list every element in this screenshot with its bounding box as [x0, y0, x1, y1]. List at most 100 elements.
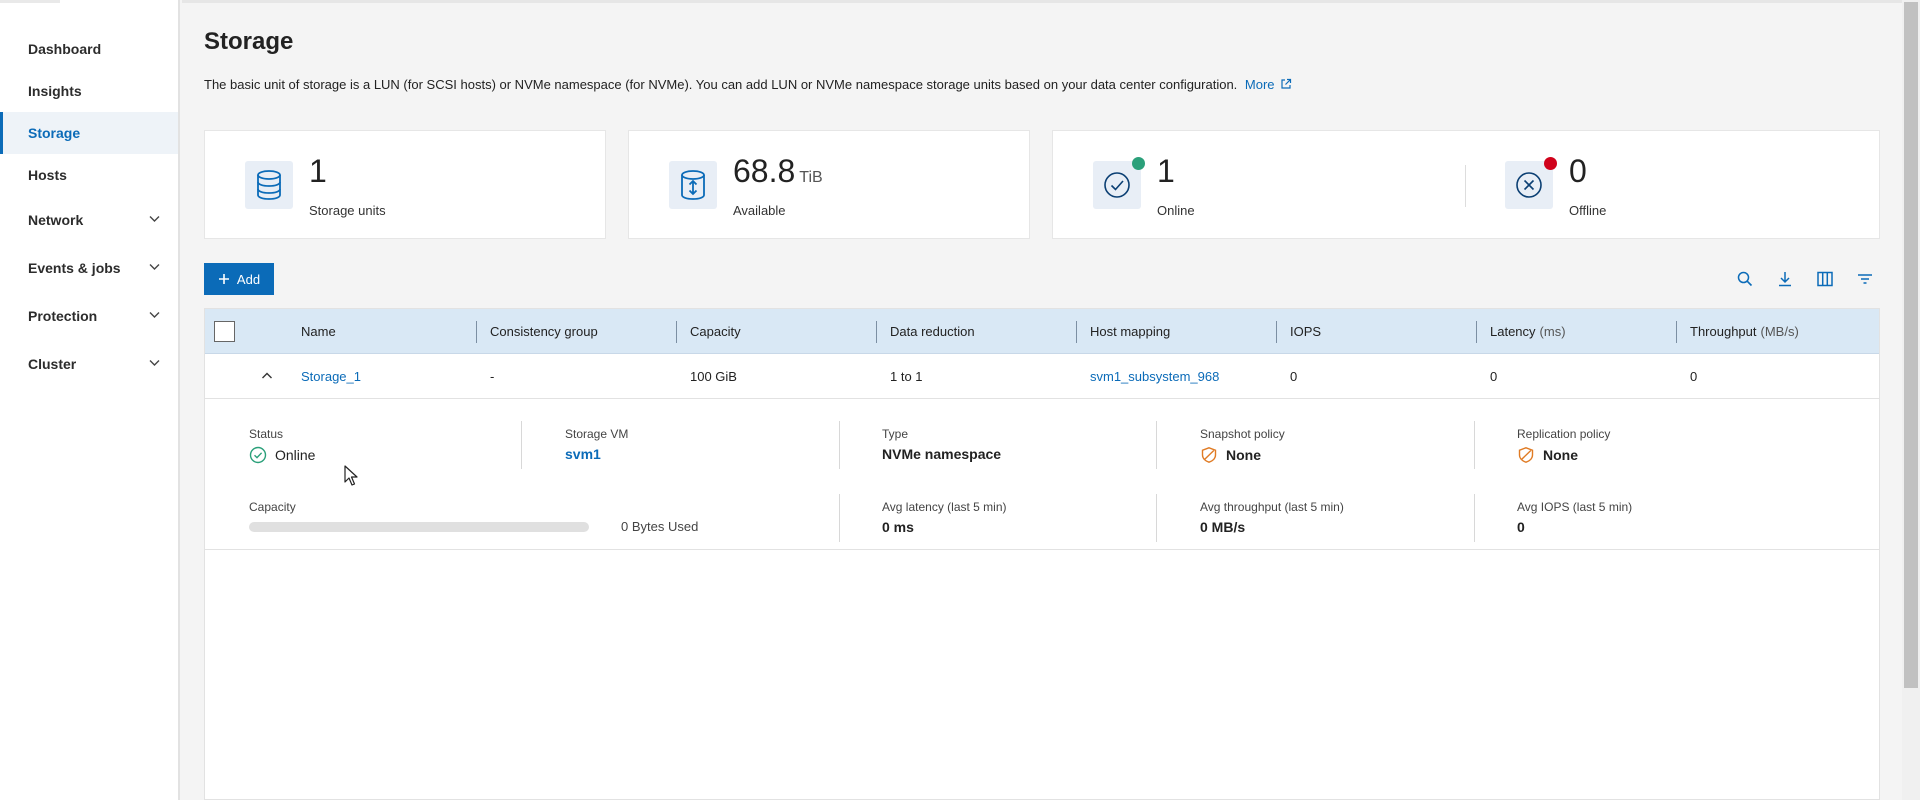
avg-latency-value: 0 ms: [882, 519, 914, 535]
column-header-name[interactable]: Name: [301, 309, 336, 354]
column-resizer[interactable]: [876, 321, 877, 343]
online-label: Online: [1157, 203, 1195, 218]
sidebar-item-label: Dashboard: [28, 41, 102, 57]
row-data-reduction: 1 to 1: [890, 369, 923, 384]
sidebar-item-network[interactable]: Network: [0, 196, 178, 244]
snapshot-policy-value: None: [1226, 447, 1261, 463]
type-value: NVMe namespace: [882, 446, 1002, 462]
mouse-cursor-icon: [344, 465, 358, 486]
storage-units-card: 1 Storage units: [204, 130, 606, 239]
sidebar-item-label: Cluster: [28, 356, 77, 372]
detail-replication-policy: Replication policy None: [1517, 427, 1610, 464]
sidebar-item-label: Storage: [28, 125, 81, 141]
column-resizer[interactable]: [1276, 321, 1277, 343]
row-host-mapping-link[interactable]: svm1_subsystem_968: [1090, 354, 1219, 399]
select-all-checkbox[interactable]: [214, 321, 235, 342]
chevron-down-icon: [149, 312, 160, 318]
column-header-throughput[interactable]: Throughput (MB/s): [1690, 309, 1799, 354]
detail-value: Online: [249, 446, 315, 464]
offline-indicator-dot: [1544, 157, 1557, 170]
shield-warning-icon: [1518, 447, 1534, 463]
page-title: Storage: [204, 28, 294, 55]
sidebar-item-protection[interactable]: Protection: [0, 292, 178, 340]
sidebar-item-label: Events & jobs: [28, 260, 121, 276]
column-header-data-reduction[interactable]: Data reduction: [890, 309, 975, 354]
column-header-latency[interactable]: Latency (ms): [1490, 309, 1566, 354]
sidebar-item-hosts[interactable]: Hosts: [0, 154, 178, 196]
sidebar-item-cluster[interactable]: Cluster: [0, 340, 178, 388]
table-row[interactable]: Storage_1 - 100 GiB 1 to 1 svm1_subsyste…: [205, 354, 1879, 399]
check-circle-icon: [249, 446, 267, 464]
detail-value: 0 Bytes Used: [249, 519, 698, 534]
detail-separator: [839, 421, 840, 469]
scrollbar-thumb[interactable]: [1904, 2, 1918, 688]
header-unit: (ms): [1539, 324, 1566, 339]
chevron-up-icon[interactable]: [261, 371, 273, 380]
detail-value: None: [1200, 446, 1285, 464]
sidebar-item-label: Network: [28, 212, 84, 228]
detail-type: Type NVMe namespace: [882, 427, 1001, 462]
sidebar-item-storage[interactable]: Storage: [0, 112, 178, 154]
column-header-iops[interactable]: IOPS: [1290, 309, 1321, 354]
avg-throughput-value: 0 MB/s: [1200, 519, 1246, 535]
detail-label: Avg throughput (last 5 min): [1200, 500, 1344, 514]
detail-label: Capacity: [249, 500, 296, 514]
online-count: 1: [1157, 153, 1175, 189]
online-indicator-dot: [1132, 157, 1145, 170]
page-description: The basic unit of storage is a LUN (for …: [204, 77, 1292, 92]
check-circle-icon: [1104, 172, 1130, 198]
storage-vm-link[interactable]: svm1: [565, 446, 601, 462]
column-resizer[interactable]: [476, 321, 477, 343]
detail-capacity: Capacity 0 Bytes Used: [249, 500, 698, 534]
search-icon[interactable]: [1736, 270, 1754, 288]
sidebar-item-dashboard[interactable]: Dashboard: [0, 28, 178, 70]
more-link[interactable]: More: [1245, 77, 1292, 92]
detail-label: Replication policy: [1517, 427, 1611, 441]
sidebar-nav: Dashboard Insights Storage Hosts Network…: [0, 28, 178, 388]
header-label: IOPS: [1290, 324, 1322, 339]
header-label: Capacity: [690, 324, 741, 339]
capacity-used-text: 0 Bytes Used: [621, 519, 699, 534]
add-button[interactable]: Add: [204, 263, 274, 295]
sidebar-item-label: Protection: [28, 308, 98, 324]
row-consistency-group: -: [490, 369, 495, 384]
chevron-down-icon: [149, 360, 160, 366]
detail-separator: [1156, 421, 1157, 469]
storage-table: Name Consistency group Capacity Data red…: [204, 308, 1880, 800]
column-resizer[interactable]: [676, 321, 677, 343]
page-scrollbar[interactable]: [1902, 0, 1920, 800]
header-label: Data reduction: [890, 324, 975, 339]
sidebar-item-events-jobs[interactable]: Events & jobs: [0, 244, 178, 292]
capacity-progress-bar: [249, 521, 589, 532]
detail-label: Storage VM: [565, 427, 629, 441]
external-link-icon: [1280, 78, 1291, 89]
storage-units-count: 1: [309, 153, 327, 189]
sidebar: Dashboard Insights Storage Hosts Network…: [0, 0, 180, 800]
available-number: 68.8: [733, 153, 796, 189]
filter-icon[interactable]: [1856, 270, 1874, 288]
column-header-host-mapping[interactable]: Host mapping: [1090, 309, 1170, 354]
avg-iops-value: 0: [1517, 519, 1525, 535]
columns-icon[interactable]: [1816, 270, 1834, 288]
detail-avg-throughput: Avg throughput (last 5 min) 0 MB/s: [1200, 500, 1344, 535]
detail-separator: [1474, 421, 1475, 469]
header-unit: (MB/s): [1760, 324, 1799, 339]
download-icon[interactable]: [1776, 270, 1794, 288]
storage-units-label: Storage units: [309, 203, 386, 218]
top-divider: [182, 0, 1902, 3]
column-header-consistency-group[interactable]: Consistency group: [490, 309, 598, 354]
column-header-capacity[interactable]: Capacity: [690, 309, 741, 354]
column-resizer[interactable]: [1076, 321, 1077, 343]
row-details-panel: Status Online Storage VM svm1 Type NVMe …: [205, 400, 1879, 550]
detail-label: Avg latency (last 5 min): [882, 500, 1007, 514]
row-name-link[interactable]: Storage_1: [301, 354, 361, 399]
available-capacity-value: 68.8 TiB: [733, 155, 823, 187]
detail-separator: [839, 494, 840, 542]
chevron-down-icon: [149, 264, 160, 270]
column-resizer[interactable]: [1676, 321, 1677, 343]
column-resizer[interactable]: [1476, 321, 1477, 343]
detail-label: Avg IOPS (last 5 min): [1517, 500, 1633, 514]
sidebar-item-insights[interactable]: Insights: [0, 70, 178, 112]
detail-separator: [1474, 494, 1475, 542]
more-link-label: More: [1244, 77, 1275, 92]
